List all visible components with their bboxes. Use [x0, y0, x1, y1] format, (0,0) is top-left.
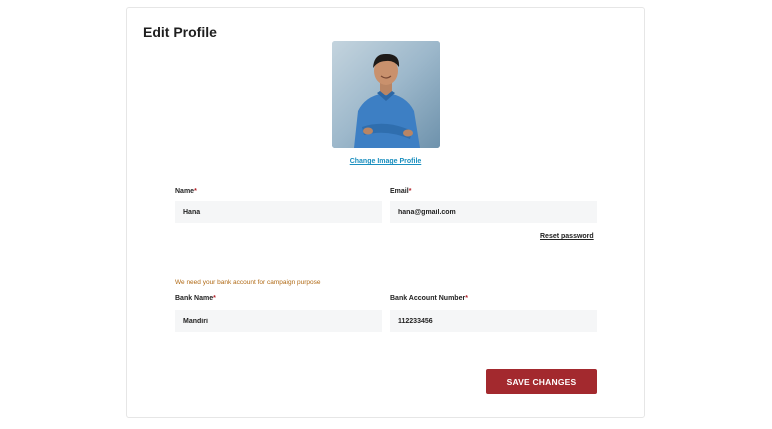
required-mark: *: [194, 188, 197, 195]
email-label-text: Email: [390, 188, 409, 195]
change-image-link[interactable]: Change Image Profile: [127, 158, 644, 165]
edit-profile-card: Edit Profile Change Image Profile Name* …: [126, 7, 645, 418]
bank-account-label: Bank Account Number*: [390, 295, 468, 302]
bank-name-field[interactable]: [175, 310, 382, 332]
name-field[interactable]: [175, 201, 382, 223]
bank-account-label-text: Bank Account Number: [390, 295, 466, 302]
bank-account-number-field[interactable]: [390, 310, 597, 332]
profile-photo-illustration: [332, 41, 440, 148]
profile-avatar: [332, 41, 440, 148]
name-label-text: Name: [175, 188, 195, 195]
bank-name-label: Bank Name*: [175, 295, 216, 302]
bank-account-note: We need your bank account for campaign p…: [175, 279, 321, 286]
required-mark: *: [213, 295, 216, 302]
required-mark: *: [408, 188, 412, 195]
name-label: Name*: [175, 188, 197, 195]
page-title: Edit Profile: [143, 24, 217, 40]
save-changes-button[interactable]: SAVE CHANGES: [486, 369, 597, 394]
email-field[interactable]: [390, 201, 597, 223]
required-mark: *: [465, 295, 468, 302]
reset-password-link[interactable]: Reset password: [540, 233, 594, 240]
bank-name-label-text: Bank Name: [175, 295, 214, 302]
email-label: Email*: [390, 188, 411, 195]
